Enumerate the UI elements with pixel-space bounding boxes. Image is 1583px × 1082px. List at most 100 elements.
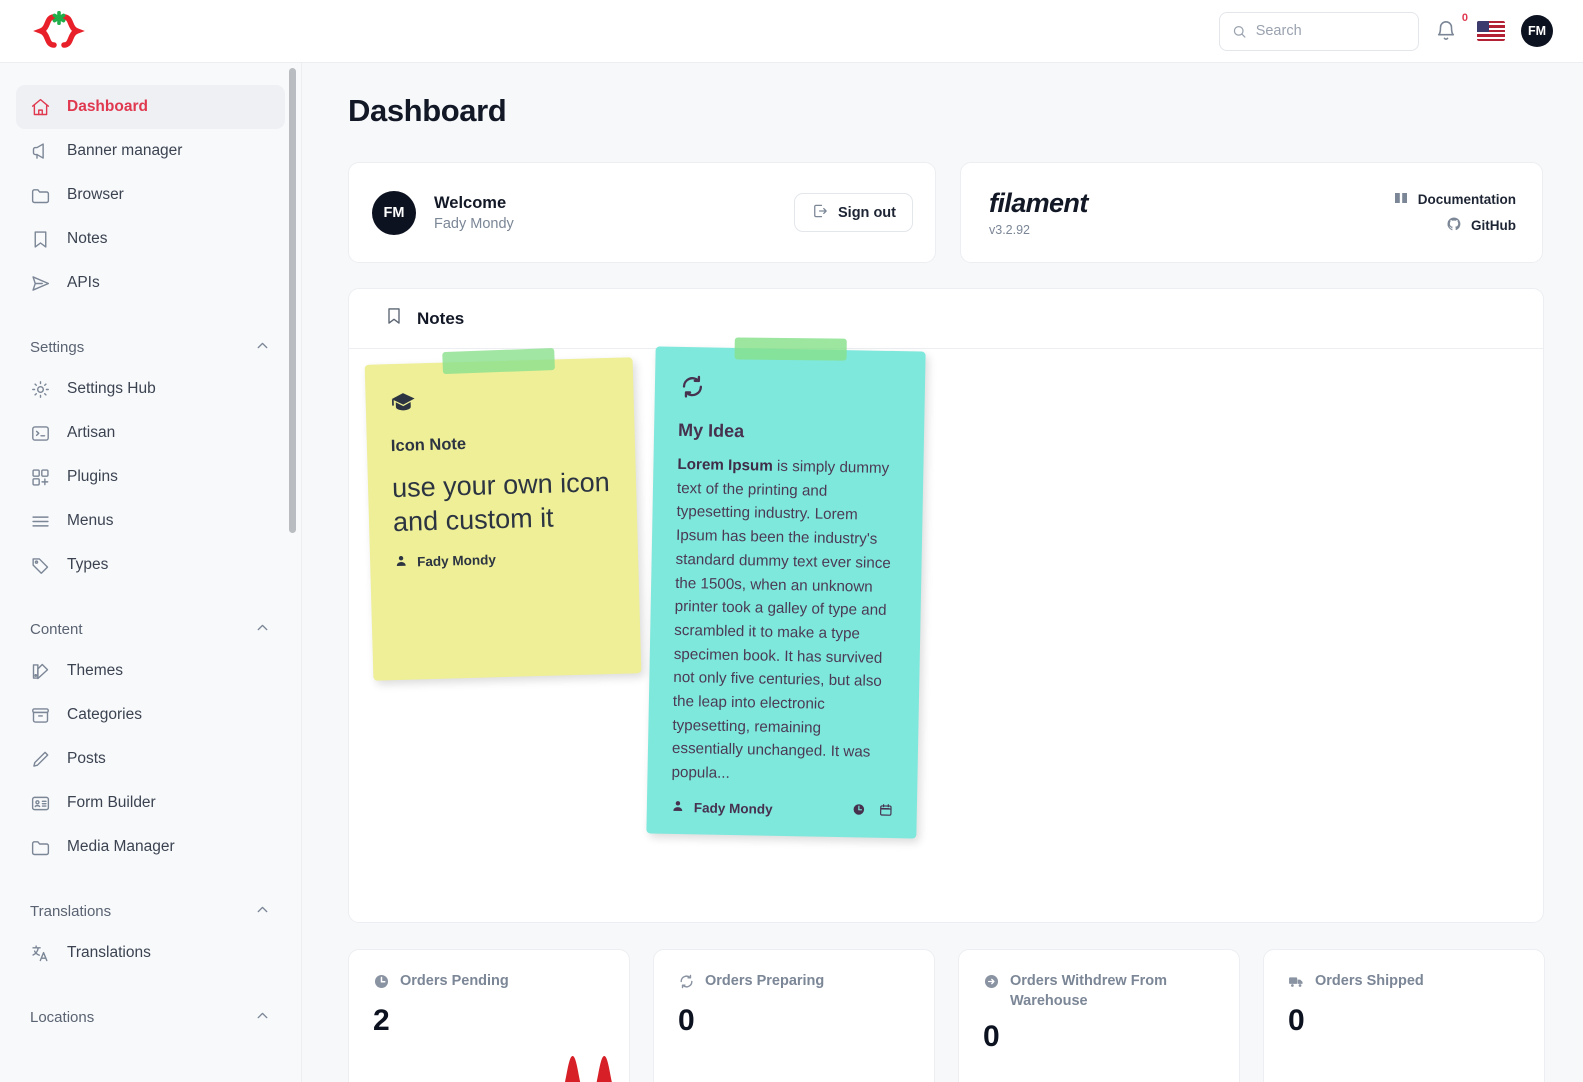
note-card-icon-note[interactable]: Icon Note use your own icon and custom i… [364, 348, 642, 681]
welcome-title: Welcome [434, 193, 507, 212]
academic-cap-icon [389, 384, 610, 422]
note-footer-actions [852, 802, 893, 820]
sidebar-item-label: Translations [67, 944, 151, 961]
sidebar-item-posts[interactable]: Posts [16, 737, 285, 781]
documentation-label: Documentation [1417, 192, 1516, 207]
sidebar-item-translations[interactable]: Translations [16, 931, 285, 975]
sidebar-group-label: Settings [30, 338, 85, 356]
notification-badge: 0 [1461, 12, 1468, 24]
logout-icon [811, 202, 829, 224]
stat-card-orders-shipped[interactable]: Orders Shipped 0 [1263, 949, 1545, 1082]
notifications-button[interactable]: 0 [1435, 12, 1468, 46]
note-card-my-idea[interactable]: My Idea Lorem Ipsum is simply dummy text… [646, 337, 926, 839]
notes-list: Icon Note use your own icon and custom i… [349, 337, 1543, 923]
stat-value: 2 [373, 1004, 390, 1037]
stat-card-orders-preparing[interactable]: Orders Preparing 0 [653, 949, 935, 1082]
clock-icon[interactable] [852, 802, 866, 819]
tape-decoration [442, 348, 555, 375]
stat-card-orders-pending[interactable]: Orders Pending 2 [348, 949, 630, 1082]
sidebar-item-settings-hub[interactable]: Settings Hub [16, 367, 285, 411]
sidebar-item-categories[interactable]: Categories [16, 693, 285, 737]
sidebar-item-menus[interactable]: Menus [16, 499, 285, 543]
chevron-up-icon [254, 619, 271, 640]
sidebar-item-dashboard[interactable]: Dashboard [16, 85, 285, 129]
note-body: Lorem Ipsum is simply dummy text of the … [671, 453, 899, 789]
welcome-avatar: FM [372, 190, 416, 235]
swatch-icon [30, 661, 51, 682]
stat-header: Orders Pending [373, 972, 607, 995]
github-link[interactable]: GitHub [1446, 216, 1516, 235]
sidebar-item-artisan[interactable]: Artisan [16, 411, 285, 455]
sidebar-item-themes[interactable]: Themes [16, 649, 285, 693]
brand-logo-wrap[interactable] [0, 9, 302, 53]
clock-icon [373, 972, 390, 995]
megaphone-icon [30, 141, 51, 162]
sidebar-item-label: Posts [67, 750, 106, 767]
curly-brace-asterisk-logo[interactable] [32, 9, 86, 53]
github-icon [1446, 216, 1462, 235]
sidebar-scrollbar-thumb[interactable] [289, 68, 296, 533]
stat-value: 0 [678, 1004, 695, 1037]
stat-value: 0 [983, 1020, 1000, 1054]
top-bar-actions: 0 FM [1219, 11, 1583, 51]
top-cards-row: FM Welcome Fady Mondy Sign out filament … [348, 162, 1545, 263]
terminal-icon [30, 423, 51, 444]
sidebar-item-types[interactable]: Types [16, 543, 285, 587]
filament-info-card: filament v3.2.92 Documentation GitHub [960, 162, 1543, 263]
sidebar-item-label: Categories [67, 706, 142, 723]
welcome-text: Welcome Fady Mondy [434, 194, 514, 232]
sidebar-item-media-manager[interactable]: Media Manager [16, 825, 285, 869]
sidebar-group-locations[interactable]: Locations [16, 997, 285, 1037]
arrow-right-circle-icon [983, 972, 1000, 995]
user-avatar[interactable]: FM [1521, 15, 1553, 47]
notes-panel-title: Notes [417, 308, 465, 328]
sidebar-item-browser[interactable]: Browser [16, 173, 285, 217]
calendar-icon[interactable] [879, 803, 893, 820]
user-icon [394, 553, 408, 570]
archive-box-icon [30, 705, 51, 726]
logo-icon [33, 11, 85, 48]
stat-card-orders-withdrew[interactable]: Orders Withdrew From Warehouse 0 [958, 949, 1240, 1082]
sidebar-item-apis[interactable]: APIs [16, 261, 285, 305]
sidebar-item-label: Settings Hub [67, 380, 156, 397]
stat-header: Orders Preparing [678, 972, 912, 995]
note-body-rest: is simply dummy text of the printing and… [671, 457, 892, 783]
stat-label: Orders Pending [400, 973, 509, 989]
sidebar-group-label: Translations [30, 902, 112, 920]
sidebar-item-label: APIs [67, 274, 100, 291]
search-box[interactable] [1219, 11, 1419, 51]
sidebar-item-label: Banner manager [67, 142, 183, 159]
sidebar-group-content[interactable]: Content [16, 609, 285, 649]
sign-out-button[interactable]: Sign out [794, 193, 913, 232]
note-title: Icon Note [390, 435, 467, 456]
documentation-link[interactable]: Documentation [1393, 190, 1516, 209]
sidebar-item-label: Plugins [67, 468, 118, 485]
arrow-path-icon [679, 373, 902, 409]
us-flag-icon[interactable] [1477, 21, 1505, 41]
stat-sparkline-chart [564, 1056, 612, 1082]
filament-version: v3.2.92 [989, 223, 1031, 237]
stat-value: 0 [1288, 1004, 1305, 1037]
sidebar-item-plugins[interactable]: Plugins [16, 455, 285, 499]
arrow-path-icon [678, 972, 695, 995]
chevron-up-icon [254, 901, 271, 922]
stat-label: Orders Preparing [705, 973, 825, 989]
notes-panel-header: Notes [349, 289, 1543, 349]
sidebar-item-banner-manager[interactable]: Banner manager [16, 129, 285, 173]
sidebar-item-label: Dashboard [67, 98, 148, 115]
sidebar-group-translations[interactable]: Translations [16, 891, 285, 931]
sidebar-group-settings[interactable]: Settings [16, 327, 285, 367]
sidebar-item-notes[interactable]: Notes [16, 217, 285, 261]
identification-icon [30, 793, 51, 814]
sidebar-scrollbar[interactable] [289, 63, 296, 1082]
note-title: My Idea [677, 419, 745, 442]
user-icon [671, 799, 685, 816]
bell-icon [1437, 21, 1455, 40]
search-input[interactable] [1255, 23, 1406, 39]
welcome-user-name: Fady Mondy [434, 215, 514, 232]
page-title: Dashboard [348, 93, 507, 128]
squares-plus-icon [30, 467, 51, 488]
book-icon [1393, 190, 1409, 209]
welcome-card: FM Welcome Fady Mondy Sign out [348, 162, 936, 263]
sidebar-item-form-builder[interactable]: Form Builder [16, 781, 285, 825]
